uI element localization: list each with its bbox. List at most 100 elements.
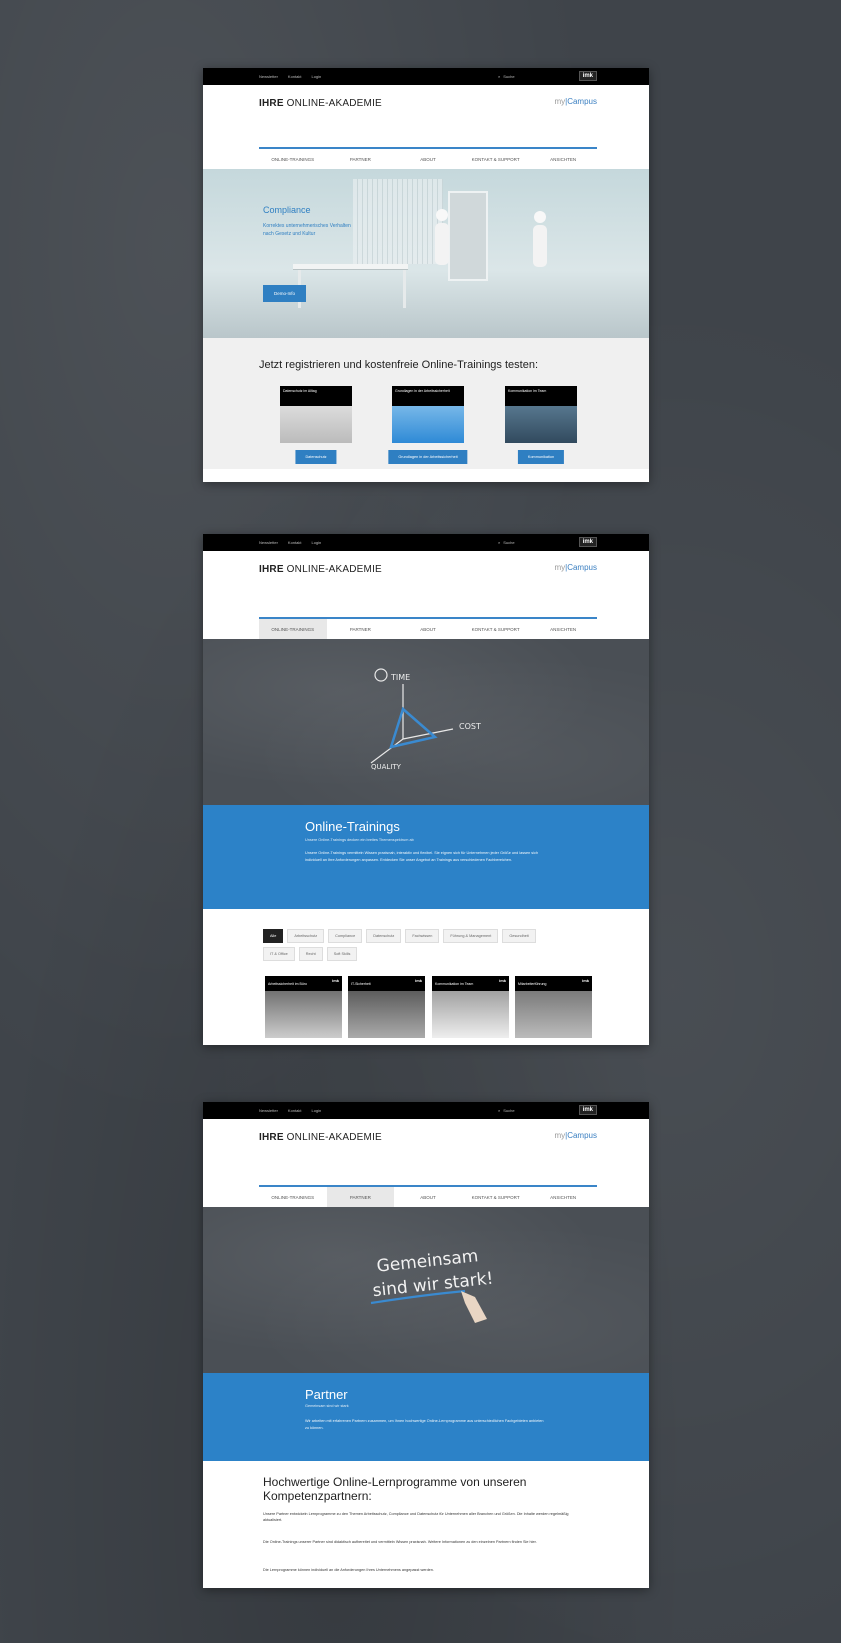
hero-desk-illustration <box>293 264 408 270</box>
login-link[interactable]: Login <box>311 540 321 545</box>
nav-about[interactable]: ABOUT <box>394 1187 462 1207</box>
newsletter-link[interactable]: Newsletter <box>259 540 278 545</box>
course-card[interactable]: Kommunikation im Team Kommunikation <box>505 386 577 464</box>
site-header: IHRE ONLINE-AKADEMIE my|Campus <box>203 85 649 147</box>
partner-paragraph: Unsere Partner entwickeln Lernprogramme … <box>263 1512 569 1522</box>
search-area[interactable]: ⌕ Suche <box>498 1108 515 1113</box>
filter-tag[interactable]: Datenschutz <box>366 929 402 943</box>
chalkboard-hero: TIME COST QUALITY <box>203 639 649 805</box>
filter-tag[interactable]: Soft Skills <box>326 947 358 961</box>
login-link[interactable]: Login <box>311 1108 321 1113</box>
nav-views[interactable]: ANSICHTEN <box>529 149 597 169</box>
main-nav: ONLINE-TRAININGS PARTNER ABOUT KONTAKT &… <box>259 617 597 639</box>
hero-demo-button[interactable]: Demo-Info <box>263 285 307 302</box>
nav-views[interactable]: ANSICHTEN <box>529 619 597 639</box>
campus-logo[interactable]: my|Campus <box>554 1131 597 1140</box>
hero-door-illustration <box>448 191 488 281</box>
brand-logo[interactable]: imk <box>578 537 597 547</box>
svg-text:COST: COST <box>459 722 481 731</box>
category-filters: Alle Arbeitsschutz Compliance Datenschut… <box>263 929 563 961</box>
training-tile[interactable]: Mitarbeiterführung imk <box>515 976 592 1038</box>
screenshot-home: Newsletter Kontakt Login ⌕ Suche imk IHR… <box>203 68 649 482</box>
site-logo[interactable]: IHRE ONLINE-AKADEMIE <box>259 1132 382 1143</box>
hero-shelf-illustration <box>353 179 443 264</box>
training-tile[interactable]: Arbeitssicherheit im Büro imk <box>265 976 342 1038</box>
course-button[interactable]: Datenschutz <box>295 450 337 464</box>
trainings-intro: Online-Trainings Unsere Online-Trainings… <box>203 805 649 909</box>
course-card[interactable]: Datenschutz im Alltag Datenschutz <box>280 386 352 464</box>
partner-content: Hochwertige Online-Lernprogramme von uns… <box>203 1461 649 1588</box>
contact-link[interactable]: Kontakt <box>288 540 302 545</box>
nav-online-trainings[interactable]: ONLINE-TRAININGS <box>259 149 327 169</box>
nav-contact[interactable]: KONTAKT & SUPPORT <box>462 1187 530 1207</box>
contact-link[interactable]: Kontakt <box>288 74 302 79</box>
top-bar: Newsletter Kontakt Login ⌕ Suche imk <box>203 534 649 551</box>
training-tile[interactable]: Kommunikation im Team imk <box>432 976 509 1038</box>
partner-paragraph: Die Lernprogramme können individuell an … <box>263 1568 434 1572</box>
nav-online-trainings[interactable]: ONLINE-TRAININGS <box>259 1187 327 1207</box>
nav-contact[interactable]: KONTAKT & SUPPORT <box>462 149 530 169</box>
login-link[interactable]: Login <box>311 74 321 79</box>
nav-about[interactable]: ABOUT <box>394 619 462 639</box>
newsletter-link[interactable]: Newsletter <box>259 1108 278 1113</box>
nav-partner[interactable]: PARTNER <box>327 619 395 639</box>
course-button[interactable]: Kommunikation <box>517 450 565 464</box>
search-label: Suche <box>503 1108 515 1113</box>
section-body: Unsere Online-Trainings vermitteln Wisse… <box>305 851 539 862</box>
search-label: Suche <box>503 74 515 79</box>
section-title: Partner <box>305 1387 348 1402</box>
nav-partner[interactable]: PARTNER <box>327 149 395 169</box>
site-logo[interactable]: IHRE ONLINE-AKADEMIE <box>259 98 382 109</box>
filter-tag[interactable]: Arbeitsschutz <box>287 929 325 943</box>
filter-tag[interactable]: Führung & Management <box>443 929 499 943</box>
main-nav: ONLINE-TRAININGS PARTNER ABOUT KONTAKT &… <box>259 1185 597 1207</box>
trainings-catalog: Alle Arbeitsschutz Compliance Datenschut… <box>203 909 649 1045</box>
search-area[interactable]: ⌕ Suche <box>498 74 515 79</box>
nav-partner[interactable]: PARTNER <box>326 1185 395 1207</box>
course-card[interactable]: Grundlagen in der Arbeitssicherheit Grun… <box>388 386 468 464</box>
filter-tag[interactable]: Gesundheit <box>502 929 536 943</box>
svg-text:QUALITY: QUALITY <box>371 763 402 771</box>
filter-tag[interactable]: Fachwissen <box>405 929 440 943</box>
nav-views[interactable]: ANSICHTEN <box>529 1187 597 1207</box>
register-section: Jetzt registrieren und kostenfreie Onlin… <box>203 338 649 469</box>
training-tile[interactable]: IT-Sicherheit imk <box>348 976 425 1038</box>
nav-contact[interactable]: KONTAKT & SUPPORT <box>462 619 530 639</box>
nav-about[interactable]: ABOUT <box>394 149 462 169</box>
hero-banner: Compliance Korrektes unternehmerisches V… <box>203 169 649 338</box>
brand-logo[interactable]: imk <box>578 1105 597 1115</box>
filter-tag[interactable]: IT & Office <box>263 947 295 961</box>
partner-paragraph: Die Online-Trainings unserer Partner sin… <box>263 1540 537 1544</box>
site-logo[interactable]: IHRE ONLINE-AKADEMIE <box>259 564 382 575</box>
search-label: Suche <box>503 540 515 545</box>
hero-title: Compliance <box>263 205 311 215</box>
filter-tag[interactable]: Compliance <box>328 929 363 943</box>
filter-tag[interactable]: Recht <box>298 947 323 961</box>
search-area[interactable]: ⌕ Suche <box>498 540 515 545</box>
site-header: IHRE ONLINE-AKADEMIE my|Campus <box>203 1119 649 1185</box>
campus-logo[interactable]: my|Campus <box>554 563 597 572</box>
screenshot-partner: Newsletter Kontakt Login ⌕ Suche imk IHR… <box>203 1102 649 1588</box>
search-icon: ⌕ <box>498 1108 501 1113</box>
contact-link[interactable]: Kontakt <box>288 1108 302 1113</box>
triangle-diagram-icon: TIME COST QUALITY <box>370 668 481 771</box>
partner-intro: Partner Gemeinsam sind wir stark Wir arb… <box>203 1373 649 1461</box>
main-nav: ONLINE-TRAININGS PARTNER ABOUT KONTAKT &… <box>259 147 597 169</box>
person-figure <box>533 211 547 271</box>
top-bar: Newsletter Kontakt Login ⌕ Suche imk <box>203 68 649 85</box>
course-button[interactable]: Grundlagen in der Arbeitssicherheit <box>388 450 468 464</box>
campus-logo[interactable]: my|Campus <box>554 97 597 106</box>
newsletter-link[interactable]: Newsletter <box>259 74 278 79</box>
register-heading: Jetzt registrieren und kostenfreie Onlin… <box>259 359 539 371</box>
filter-all[interactable]: Alle <box>263 929 284 943</box>
search-icon: ⌕ <box>498 540 501 545</box>
section-subtitle: Gemeinsam sind wir stark <box>305 1404 349 1408</box>
search-icon: ⌕ <box>498 74 501 79</box>
nav-online-trainings[interactable]: ONLINE-TRAININGS <box>259 617 327 639</box>
partner-heading: Hochwertige Online-Lernprogramme von uns… <box>263 1475 527 1503</box>
chalkboard-hero: Gemeinsam sind wir stark! <box>203 1207 649 1373</box>
chalk-writing-icon: Gemeinsam sind wir stark! <box>370 1246 494 1323</box>
svg-text:TIME: TIME <box>390 673 410 682</box>
brand-logo[interactable]: imk <box>578 71 597 81</box>
hero-subtitle: Korrektes unternehmerisches Verhalten na… <box>263 223 351 237</box>
